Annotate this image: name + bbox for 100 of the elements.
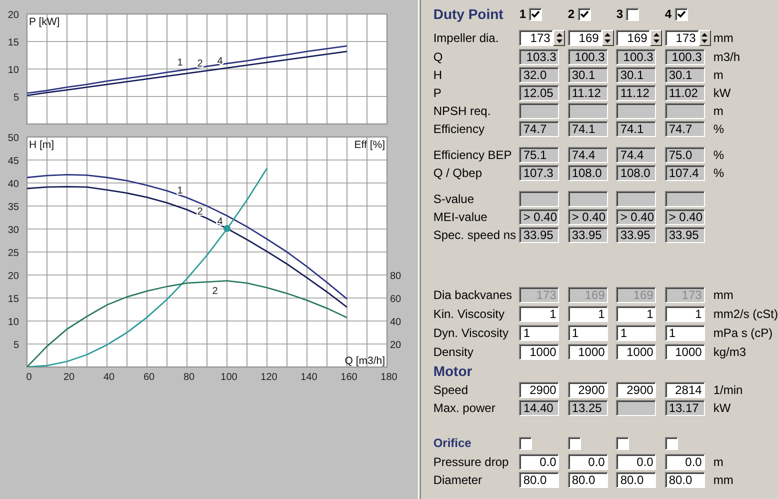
output-field	[519, 191, 560, 207]
output-field: 108.0	[616, 165, 656, 181]
unit-label: 1/min	[713, 383, 743, 397]
checkbox[interactable]	[664, 436, 678, 450]
input-field[interactable]: 1	[616, 324, 656, 340]
checkbox[interactable]	[616, 436, 630, 450]
unit-label: %	[713, 148, 724, 162]
section-title: Orifice	[433, 436, 472, 450]
field-label: Efficiency BEP	[433, 148, 513, 162]
checkbox[interactable]	[529, 8, 542, 20]
input-field[interactable]: 1000	[519, 344, 560, 360]
input-field[interactable]: 1000	[664, 344, 705, 360]
axis-tick-label: 15	[8, 294, 19, 305]
curve-label: 2	[197, 206, 203, 218]
field-label: H	[433, 68, 443, 82]
section-title: Duty Point	[433, 6, 504, 22]
output-field: 100.3	[568, 49, 608, 65]
input-field[interactable]: 1	[664, 324, 705, 340]
output-field	[616, 400, 656, 416]
curve-label: 2	[197, 58, 203, 70]
output-field: 169	[616, 286, 656, 302]
axis-title: Q [m3/h]	[344, 355, 385, 367]
input-field[interactable]: 2900	[568, 382, 608, 398]
input-field[interactable]: 1000	[616, 344, 656, 360]
output-field: 74.7	[519, 121, 560, 137]
section-title: Motor	[433, 363, 472, 379]
field-label: Dyn. Viscosity	[433, 326, 510, 340]
input-field[interactable]: 80.0	[568, 472, 608, 488]
field-label: Impeller dia.	[433, 31, 500, 45]
output-field: 100.3	[664, 49, 705, 65]
unit-label: mm	[713, 473, 734, 487]
input-field[interactable]: 169	[568, 30, 602, 46]
unit-label: m	[713, 68, 724, 82]
output-field: 75.0	[664, 147, 705, 163]
checkbox[interactable]	[626, 8, 640, 20]
output-field	[664, 191, 705, 207]
input-field[interactable]: 0.0	[568, 454, 608, 470]
input-field[interactable]: 1	[519, 324, 560, 340]
input-field[interactable]: 0.0	[664, 454, 705, 470]
input-field[interactable]: 2900	[616, 382, 656, 398]
unit-label: m	[713, 455, 724, 469]
output-field: 33.95	[616, 227, 656, 243]
field-label: Density	[433, 344, 474, 358]
checkbox[interactable]	[519, 436, 532, 450]
splitter[interactable]	[418, 0, 422, 499]
curve-label: 1	[177, 186, 183, 197]
point-label: 3	[616, 7, 624, 21]
checkbox[interactable]	[568, 436, 581, 450]
input-field[interactable]: 1	[568, 324, 608, 340]
duty-point-marker	[224, 225, 230, 232]
axis-title: H [m]	[29, 139, 54, 151]
axis-tick-label: 10	[8, 65, 19, 76]
output-field: 173	[664, 286, 705, 302]
output-field	[519, 103, 560, 119]
field-label: Spec. speed ns	[433, 228, 518, 242]
unit-label: mPa s (cP)	[713, 326, 773, 340]
spinner-control[interactable]	[602, 30, 614, 46]
input-field[interactable]: 0.0	[616, 454, 656, 470]
input-field[interactable]: 173	[664, 30, 699, 46]
input-field[interactable]: 0.0	[519, 454, 560, 470]
spinner-control[interactable]	[650, 30, 662, 46]
input-field[interactable]: 1	[519, 306, 560, 322]
input-field[interactable]: 1	[568, 306, 608, 322]
checkbox[interactable]	[674, 8, 688, 20]
field-label: Speed	[433, 383, 470, 397]
up-down-arrows-icon	[652, 31, 660, 45]
output-field: 33.95	[568, 227, 608, 243]
unit-label: %	[713, 122, 724, 136]
axis-tick-label: 15	[8, 38, 19, 48]
field-label: Efficiency	[433, 122, 486, 136]
output-field	[568, 191, 608, 207]
input-field[interactable]: 2900	[519, 382, 560, 398]
input-field[interactable]: 1	[616, 306, 656, 322]
input-field[interactable]: 80.0	[664, 472, 705, 488]
spinner-control[interactable]	[553, 30, 566, 46]
input-field[interactable]: 173	[519, 30, 554, 46]
curve-label: 4	[217, 56, 223, 67]
input-field[interactable]: 169	[616, 30, 650, 46]
output-field: 173	[519, 286, 560, 302]
checkbox[interactable]	[578, 8, 591, 20]
axis-tick-label: 100	[220, 372, 238, 380]
input-field[interactable]: 2814	[664, 382, 705, 398]
spinner-control[interactable]	[698, 30, 711, 46]
axis-tick-label: 60	[143, 372, 155, 380]
field-label: S-value	[433, 192, 476, 206]
axis-tick-label: 45	[8, 156, 19, 167]
input-field[interactable]: 80.0	[519, 472, 560, 488]
axis-tick-label: 50	[8, 133, 19, 144]
output-field: 11.12	[616, 85, 656, 101]
unit-label: %	[713, 166, 724, 180]
input-field[interactable]: 1	[664, 306, 705, 322]
output-field: 74.4	[568, 147, 608, 163]
axis-tick-label: 10	[8, 317, 19, 328]
output-field: 32.0	[519, 67, 560, 83]
axis-tick-label: 40	[8, 179, 19, 190]
output-field: 75.1	[519, 147, 560, 163]
input-field[interactable]: 1000	[568, 344, 608, 360]
unit-label: m	[713, 104, 724, 118]
input-field[interactable]: 80.0	[616, 472, 656, 488]
output-field: 107.3	[519, 165, 560, 181]
